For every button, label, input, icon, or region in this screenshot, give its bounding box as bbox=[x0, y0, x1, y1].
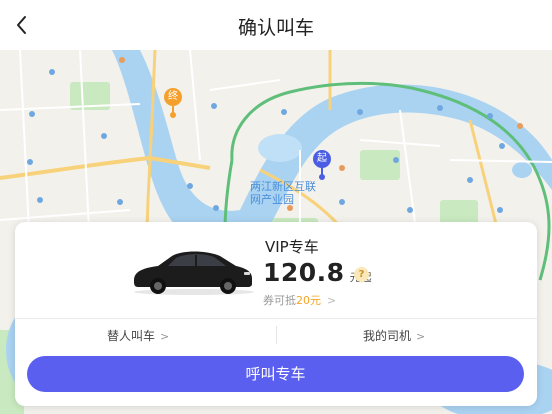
coupon-link[interactable]: 券可抵20元 > bbox=[263, 292, 336, 308]
pickup-pin[interactable]: 起 bbox=[313, 150, 331, 180]
chevron-right-icon: > bbox=[160, 330, 170, 343]
my-driver-label: 我的司机 bbox=[363, 329, 412, 343]
destination-pin-label: 终 bbox=[168, 91, 178, 102]
top-nav-bar: 确认叫车 bbox=[0, 0, 552, 50]
divider bbox=[15, 318, 537, 319]
destination-pin[interactable]: 终 bbox=[164, 88, 182, 118]
help-icon[interactable]: ? bbox=[354, 267, 369, 282]
service-name: VIP专车 bbox=[265, 238, 319, 256]
price-value: 120.8 bbox=[263, 258, 345, 287]
divider bbox=[276, 326, 277, 344]
call-car-button[interactable]: 呼叫专车 bbox=[27, 356, 524, 392]
chevron-right-icon: > bbox=[327, 294, 337, 307]
call-for-others-button[interactable]: 替人叫车 > bbox=[107, 327, 169, 344]
car-icon bbox=[128, 246, 256, 296]
page-title: 确认叫车 bbox=[237, 17, 314, 39]
coupon-amount: 20元 bbox=[296, 294, 321, 307]
pickup-pin-label: 起 bbox=[317, 153, 327, 164]
call-for-others-label: 替人叫车 bbox=[107, 329, 156, 343]
chevron-right-icon: > bbox=[416, 330, 426, 343]
my-driver-button[interactable]: 我的司机 > bbox=[363, 327, 425, 344]
coupon-text: 券可抵 bbox=[263, 294, 296, 307]
map-area-label: 两江新区互联网产业园 bbox=[250, 180, 316, 206]
